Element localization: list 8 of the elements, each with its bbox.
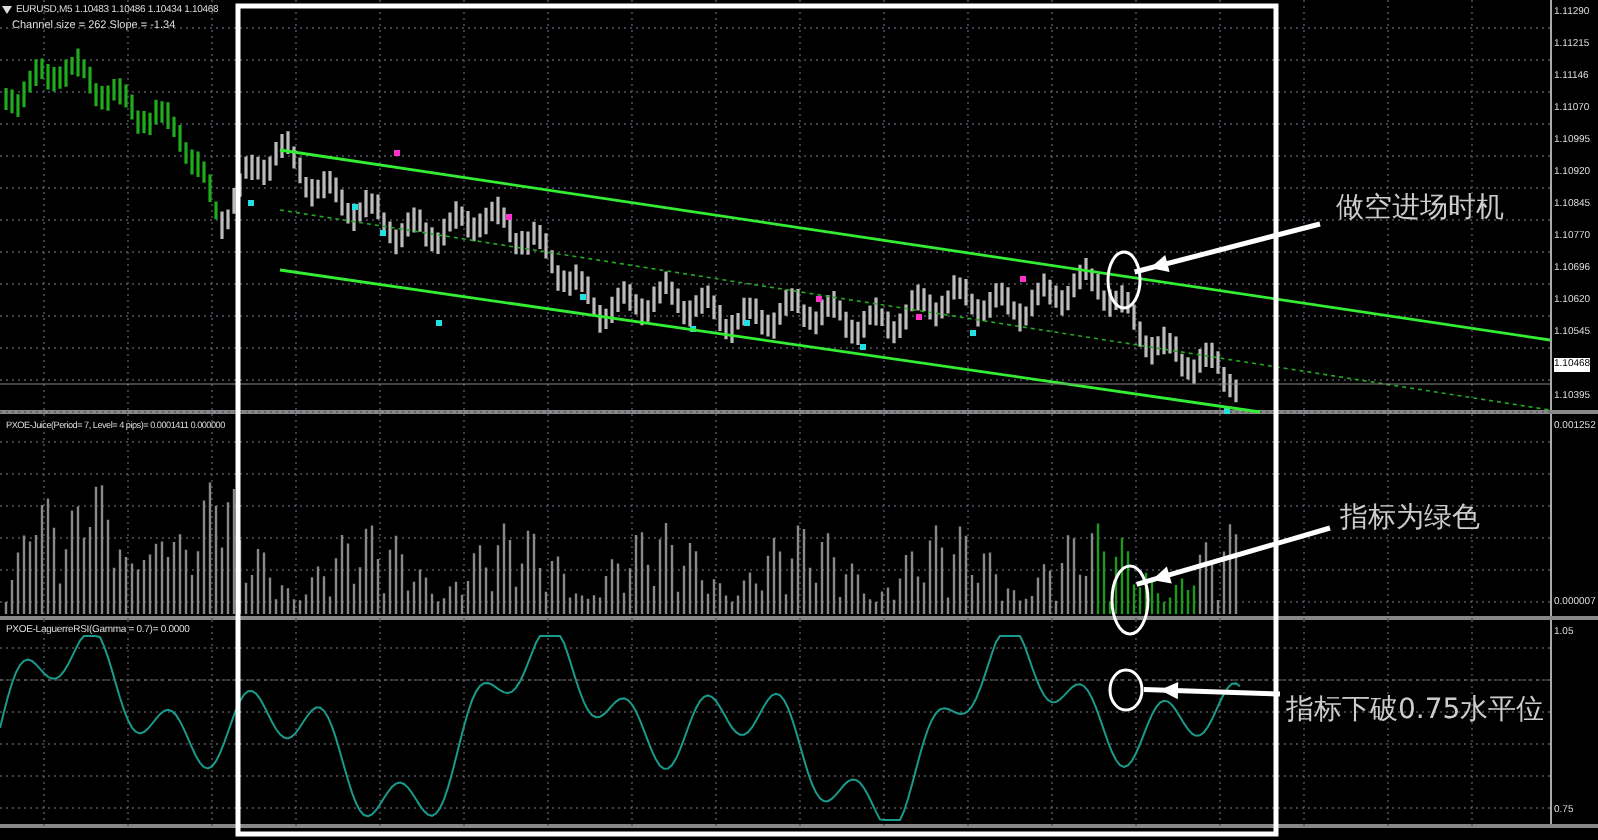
annotation-text: 指标下破0.75水平位 bbox=[1286, 694, 1545, 728]
highlight-ellipse bbox=[1106, 250, 1142, 310]
highlight-ellipse bbox=[1110, 564, 1150, 636]
annotation-text: 做空进场时机 bbox=[1336, 192, 1504, 226]
annotation-text: 指标为绿色 bbox=[1340, 502, 1480, 536]
arrow bbox=[1143, 682, 1281, 700]
collapse-icon[interactable] bbox=[2, 6, 12, 14]
highlight-ellipse bbox=[1108, 668, 1144, 712]
